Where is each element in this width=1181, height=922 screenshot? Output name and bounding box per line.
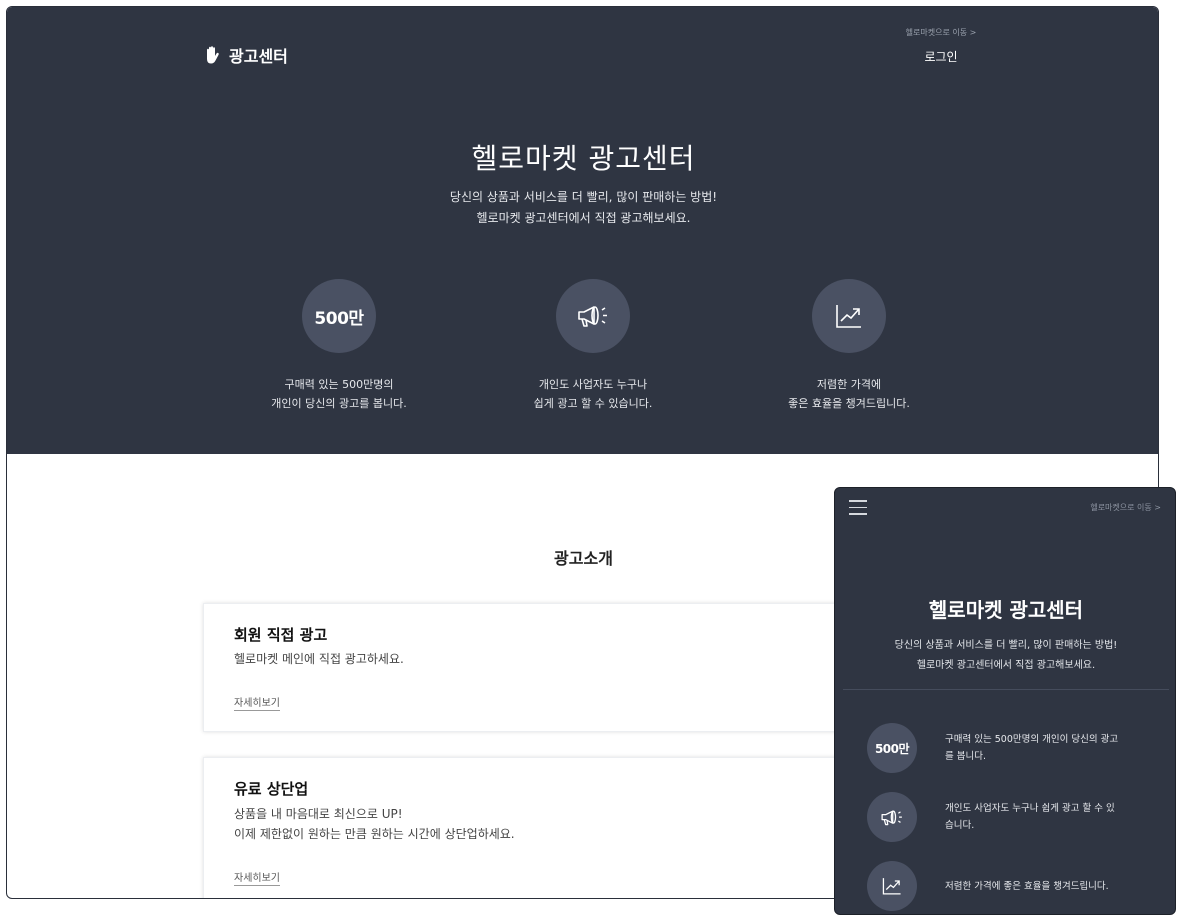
- feature-desc-line1: 저렴한 가격에: [816, 378, 882, 391]
- feature-circle: 500만: [302, 279, 376, 353]
- mobile-feature-desc-line1: 구매력 있는 500만명의 개인이 당신의 광고: [945, 734, 1119, 745]
- mobile-feature-desc-line1: 저렴한 가격에 좋은 효율을 챙겨드립니다.: [945, 880, 1109, 892]
- card-title: 유료 상단업: [234, 780, 309, 798]
- card-text-line2: 이제 제한없이 원하는 만큼 원하는 시간에 상단업하세요.: [234, 827, 515, 841]
- feature-desc-line2: 개인이 당신의 광고를 봅니다.: [271, 397, 407, 410]
- mobile-view: 헬로마켓으로 이동 > 헬로마켓 광고센터 당신의 상품과 서비스를 더 빨리,…: [834, 487, 1176, 915]
- mobile-feature-desc: 구매력 있는 500만명의 개인이 당신의 광고 를 봅니다.: [945, 731, 1145, 765]
- trend-chart-icon: [836, 305, 861, 328]
- feature-circle: [812, 279, 886, 353]
- mobile-hero-subtitle: 당신의 상품과 서비스를 더 빨리, 많이 판매하는 방법! 헬로마켓 광고센터…: [835, 636, 1175, 676]
- login-link[interactable]: 로그인: [891, 48, 991, 65]
- mobile-feature-audience: 500만 구매력 있는 500만명의 개인이 당신의 광고 를 봅니다.: [867, 723, 1145, 773]
- card-more-link[interactable]: 자세히보기: [234, 694, 280, 711]
- hero-section: 광고센터 헬로마켓으로 이동 > 로그인 헬로마켓 광고센터 당신의 상품과 서…: [7, 7, 1158, 454]
- mobile-subtitle-line1: 당신의 상품과 서비스를 더 빨리, 많이 판매하는 방법!: [894, 640, 1118, 651]
- hand-icon: [207, 46, 219, 64]
- card-text: 상품을 내 마음대로 최신으로 UP! 이제 제한없이 원하는 만큼 원하는 시…: [234, 804, 515, 844]
- feature-desc: 저렴한 가격에 좋은 효율을 챙겨드립니다.: [739, 375, 959, 413]
- hero-subtitle-line1: 당신의 상품과 서비스를 더 빨리, 많이 판매하는 방법!: [449, 190, 718, 204]
- mobile-feature-desc-line1: 개인도 사업자도 누구나 쉽게 광고 할 수 있: [945, 803, 1115, 814]
- feature-easy: 개인도 사업자도 누구나 쉽게 광고 할 수 있습니다.: [483, 279, 703, 413]
- card-text-line1: 상품을 내 마음대로 최신으로 UP!: [234, 807, 403, 821]
- audience-count: 500만: [874, 741, 910, 756]
- feature-efficiency: 저렴한 가격에 좋은 효율을 챙겨드립니다.: [739, 279, 959, 413]
- mobile-feature-desc-line2: 를 봅니다.: [945, 751, 986, 762]
- card-text: 헬로마켓 메인에 직접 광고하세요.: [234, 649, 404, 669]
- megaphone-icon: [578, 306, 607, 327]
- card-title: 회원 직접 광고: [234, 626, 328, 644]
- mobile-feature-circle: 500만: [867, 723, 917, 773]
- feature-desc: 구매력 있는 500만명의 개인이 당신의 광고를 봅니다.: [229, 375, 449, 413]
- feature-audience: 500만 구매력 있는 500만명의 개인이 당신의 광고를 봅니다.: [229, 279, 449, 413]
- feature-desc-line2: 좋은 효율을 챙겨드립니다.: [788, 397, 910, 410]
- mobile-feature-circle: [867, 861, 917, 911]
- card-more-link[interactable]: 자세히보기: [234, 869, 280, 886]
- feature-circle: [556, 279, 630, 353]
- hero-title: 헬로마켓 광고센터: [471, 142, 696, 175]
- feature-desc-line1: 구매력 있는 500만명의: [284, 378, 394, 391]
- hamburger-menu-icon[interactable]: [849, 500, 867, 516]
- feature-desc-line2: 쉽게 광고 할 수 있습니다.: [533, 397, 653, 410]
- logo-text: 광고센터: [229, 47, 288, 66]
- mobile-feature-circle: [867, 792, 917, 842]
- mobile-divider: [843, 689, 1169, 690]
- mobile-feature-desc: 개인도 사업자도 누구나 쉽게 광고 할 수 있 습니다.: [945, 800, 1145, 834]
- logo[interactable]: 광고센터: [203, 43, 288, 67]
- mobile-go-hellomarket-link[interactable]: 헬로마켓으로 이동 >: [1090, 502, 1161, 513]
- mobile-feature-desc: 저렴한 가격에 좋은 효율을 챙겨드립니다.: [945, 878, 1145, 895]
- trend-chart-icon: [882, 878, 901, 895]
- mobile-feature-efficiency: 저렴한 가격에 좋은 효율을 챙겨드립니다.: [867, 861, 1145, 911]
- feature-desc-line1: 개인도 사업자도 누구나: [538, 378, 648, 391]
- hero-subtitle: 당신의 상품과 서비스를 더 빨리, 많이 판매하는 방법! 헬로마켓 광고센터…: [7, 187, 1158, 229]
- mobile-hero-title: 헬로마켓 광고센터: [928, 598, 1084, 622]
- mobile-feature-easy: 개인도 사업자도 누구나 쉽게 광고 할 수 있 습니다.: [867, 792, 1145, 842]
- card-text-line1: 헬로마켓 메인에 직접 광고하세요.: [234, 652, 404, 666]
- mobile-subtitle-line2: 헬로마켓 광고센터에서 직접 광고해보세요.: [916, 660, 1096, 671]
- audience-count: 500만: [314, 308, 364, 329]
- megaphone-icon: [881, 810, 902, 825]
- mobile-feature-desc-line2: 습니다.: [945, 820, 975, 831]
- go-hellomarket-link[interactable]: 헬로마켓으로 이동 >: [891, 27, 991, 38]
- hero-subtitle-line2: 헬로마켓 광고센터에서 직접 광고해보세요.: [476, 211, 691, 225]
- feature-desc: 개인도 사업자도 누구나 쉽게 광고 할 수 있습니다.: [483, 375, 703, 413]
